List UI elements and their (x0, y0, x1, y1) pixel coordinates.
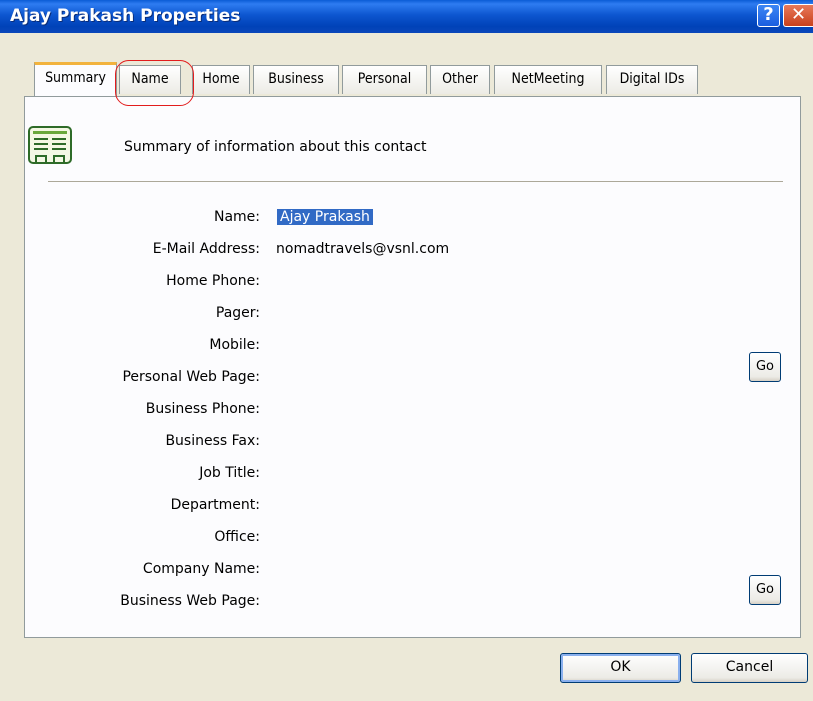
company-name-label: Company Name: (142, 561, 260, 577)
tab-summary-label: Summary (45, 70, 106, 86)
tab-business-label: Business (268, 71, 324, 87)
job-title-label: Job Title: (199, 465, 260, 481)
home-phone-label: Home Phone: (166, 273, 260, 289)
business-phone-label: Business Phone: (145, 401, 260, 417)
tab-other-label: Other (442, 71, 478, 87)
tab-digital-ids[interactable]: Digital IDs (606, 65, 698, 94)
tab-netmeeting-label: NetMeeting (511, 71, 585, 87)
personal-web-page-label: Personal Web Page: (122, 369, 260, 385)
name-label: Name: (213, 209, 260, 225)
divider (48, 181, 783, 182)
annotation-ring (115, 60, 194, 106)
go-personal-web-page-button[interactable]: Go (749, 352, 781, 382)
tab-other[interactable]: Other (430, 65, 490, 94)
tab-business[interactable]: Business (253, 65, 339, 94)
mobile-label: Mobile: (209, 337, 260, 353)
close-icon: ✕ (790, 4, 807, 25)
tab-digital-ids-label: Digital IDs (619, 71, 685, 87)
help-button[interactable]: ? (757, 4, 780, 27)
help-icon: ? (763, 4, 774, 25)
window-title: Ajay Prakash Properties (10, 6, 241, 26)
email-value[interactable]: nomadtravels@vsnl.com (276, 241, 449, 257)
tab-netmeeting[interactable]: NetMeeting (494, 65, 602, 94)
name-value[interactable]: Ajay Prakash (277, 209, 373, 225)
summary-panel (24, 96, 801, 638)
tab-personal[interactable]: Personal (342, 65, 427, 94)
department-label: Department: (170, 497, 260, 513)
tab-personal-label: Personal (357, 71, 412, 87)
close-button[interactable]: ✕ (783, 4, 813, 27)
tab-summary[interactable]: Summary (34, 62, 117, 96)
business-fax-label: Business Fax: (165, 433, 260, 449)
business-web-page-label: Business Web Page: (120, 593, 260, 609)
office-label: Office: (214, 529, 260, 545)
email-label: E-Mail Address: (152, 241, 260, 257)
contact-card-icon (28, 126, 72, 164)
tab-home-label: Home (202, 71, 240, 87)
tab-home[interactable]: Home (192, 65, 250, 94)
go-business-web-page-button[interactable]: Go (749, 575, 781, 605)
summary-description: Summary of information about this contac… (124, 139, 427, 155)
pager-label: Pager: (215, 305, 260, 321)
title-bar: Ajay Prakash Properties ? ✕ (0, 0, 813, 33)
cancel-button[interactable]: Cancel (691, 653, 808, 683)
ok-button[interactable]: OK (560, 653, 681, 683)
